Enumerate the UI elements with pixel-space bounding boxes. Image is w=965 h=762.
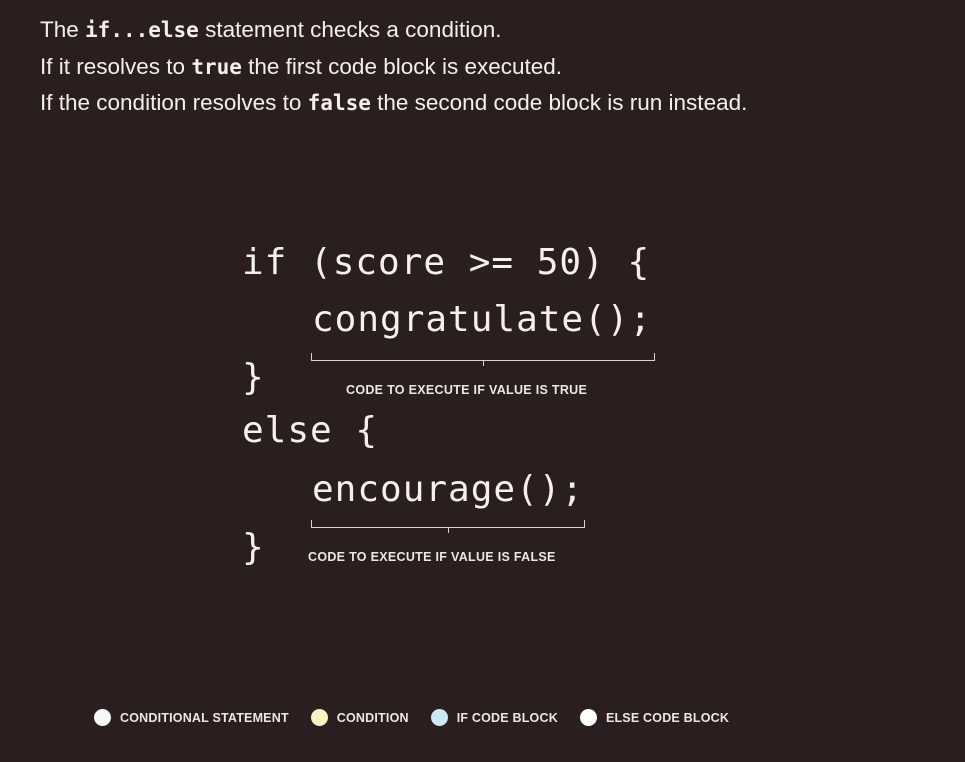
false-block-annotation: CODE TO EXECUTE IF VALUE IS FALSE bbox=[308, 550, 556, 564]
intro-keyword-true: true bbox=[191, 54, 242, 79]
intro-line-2: If it resolves to true the first code bl… bbox=[40, 49, 940, 86]
true-block-bracket bbox=[311, 353, 655, 366]
legend-dot-else-code-block bbox=[579, 709, 597, 726]
legend-label-else-code-block: ELSE CODE BLOCK bbox=[605, 710, 730, 725]
false-block-bracket bbox=[311, 520, 585, 533]
legend-item-if-code-block: IF CODE BLOCK bbox=[430, 709, 558, 726]
legend-label-conditional-statement: CONDITIONAL STATEMENT bbox=[120, 710, 289, 725]
code-line-close-brace-1: } bbox=[242, 357, 264, 398]
legend-item-else-code-block: ELSE CODE BLOCK bbox=[579, 709, 730, 726]
intro-line-3-rest: the second code block is run instead. bbox=[370, 90, 748, 115]
code-line-else: else { bbox=[242, 410, 379, 451]
intro-line-1-text: The bbox=[40, 17, 86, 42]
legend: CONDITIONAL STATEMENT CONDITION IF CODE … bbox=[94, 709, 751, 726]
intro-keyword-if-else: if...else bbox=[85, 18, 199, 42]
true-block-annotation: CODE TO EXECUTE IF VALUE IS TRUE bbox=[346, 383, 588, 397]
legend-item-conditional-statement: CONDITIONAL STATEMENT bbox=[94, 709, 289, 726]
intro-keyword-false: false bbox=[307, 91, 371, 115]
legend-item-condition: CONDITION bbox=[310, 709, 409, 726]
intro-text: The if...else statement checks a conditi… bbox=[40, 12, 940, 122]
legend-dot-condition bbox=[310, 709, 328, 726]
legend-label-if-code-block: IF CODE BLOCK bbox=[456, 710, 558, 725]
intro-line-2-text: If it resolves to bbox=[40, 53, 192, 79]
legend-dot-conditional-statement bbox=[94, 709, 111, 726]
legend-label-condition: CONDITION bbox=[336, 710, 409, 725]
intro-line-2-rest: the first code block is executed. bbox=[241, 53, 563, 79]
intro-line-1-rest: statement checks a condition. bbox=[198, 17, 502, 42]
intro-line-1: The if...else statement checks a conditi… bbox=[40, 12, 940, 49]
code-line-encourage: encourage(); bbox=[312, 469, 585, 510]
code-line-if: if (score >= 50) { bbox=[242, 242, 651, 283]
code-line-close-brace-2: } bbox=[242, 527, 264, 568]
intro-line-3-text: If the condition resolves to bbox=[40, 90, 308, 115]
code-line-congratulate: congratulate(); bbox=[312, 299, 653, 340]
intro-line-3: If the condition resolves to false the s… bbox=[40, 85, 940, 122]
legend-dot-if-code-block bbox=[430, 709, 448, 726]
